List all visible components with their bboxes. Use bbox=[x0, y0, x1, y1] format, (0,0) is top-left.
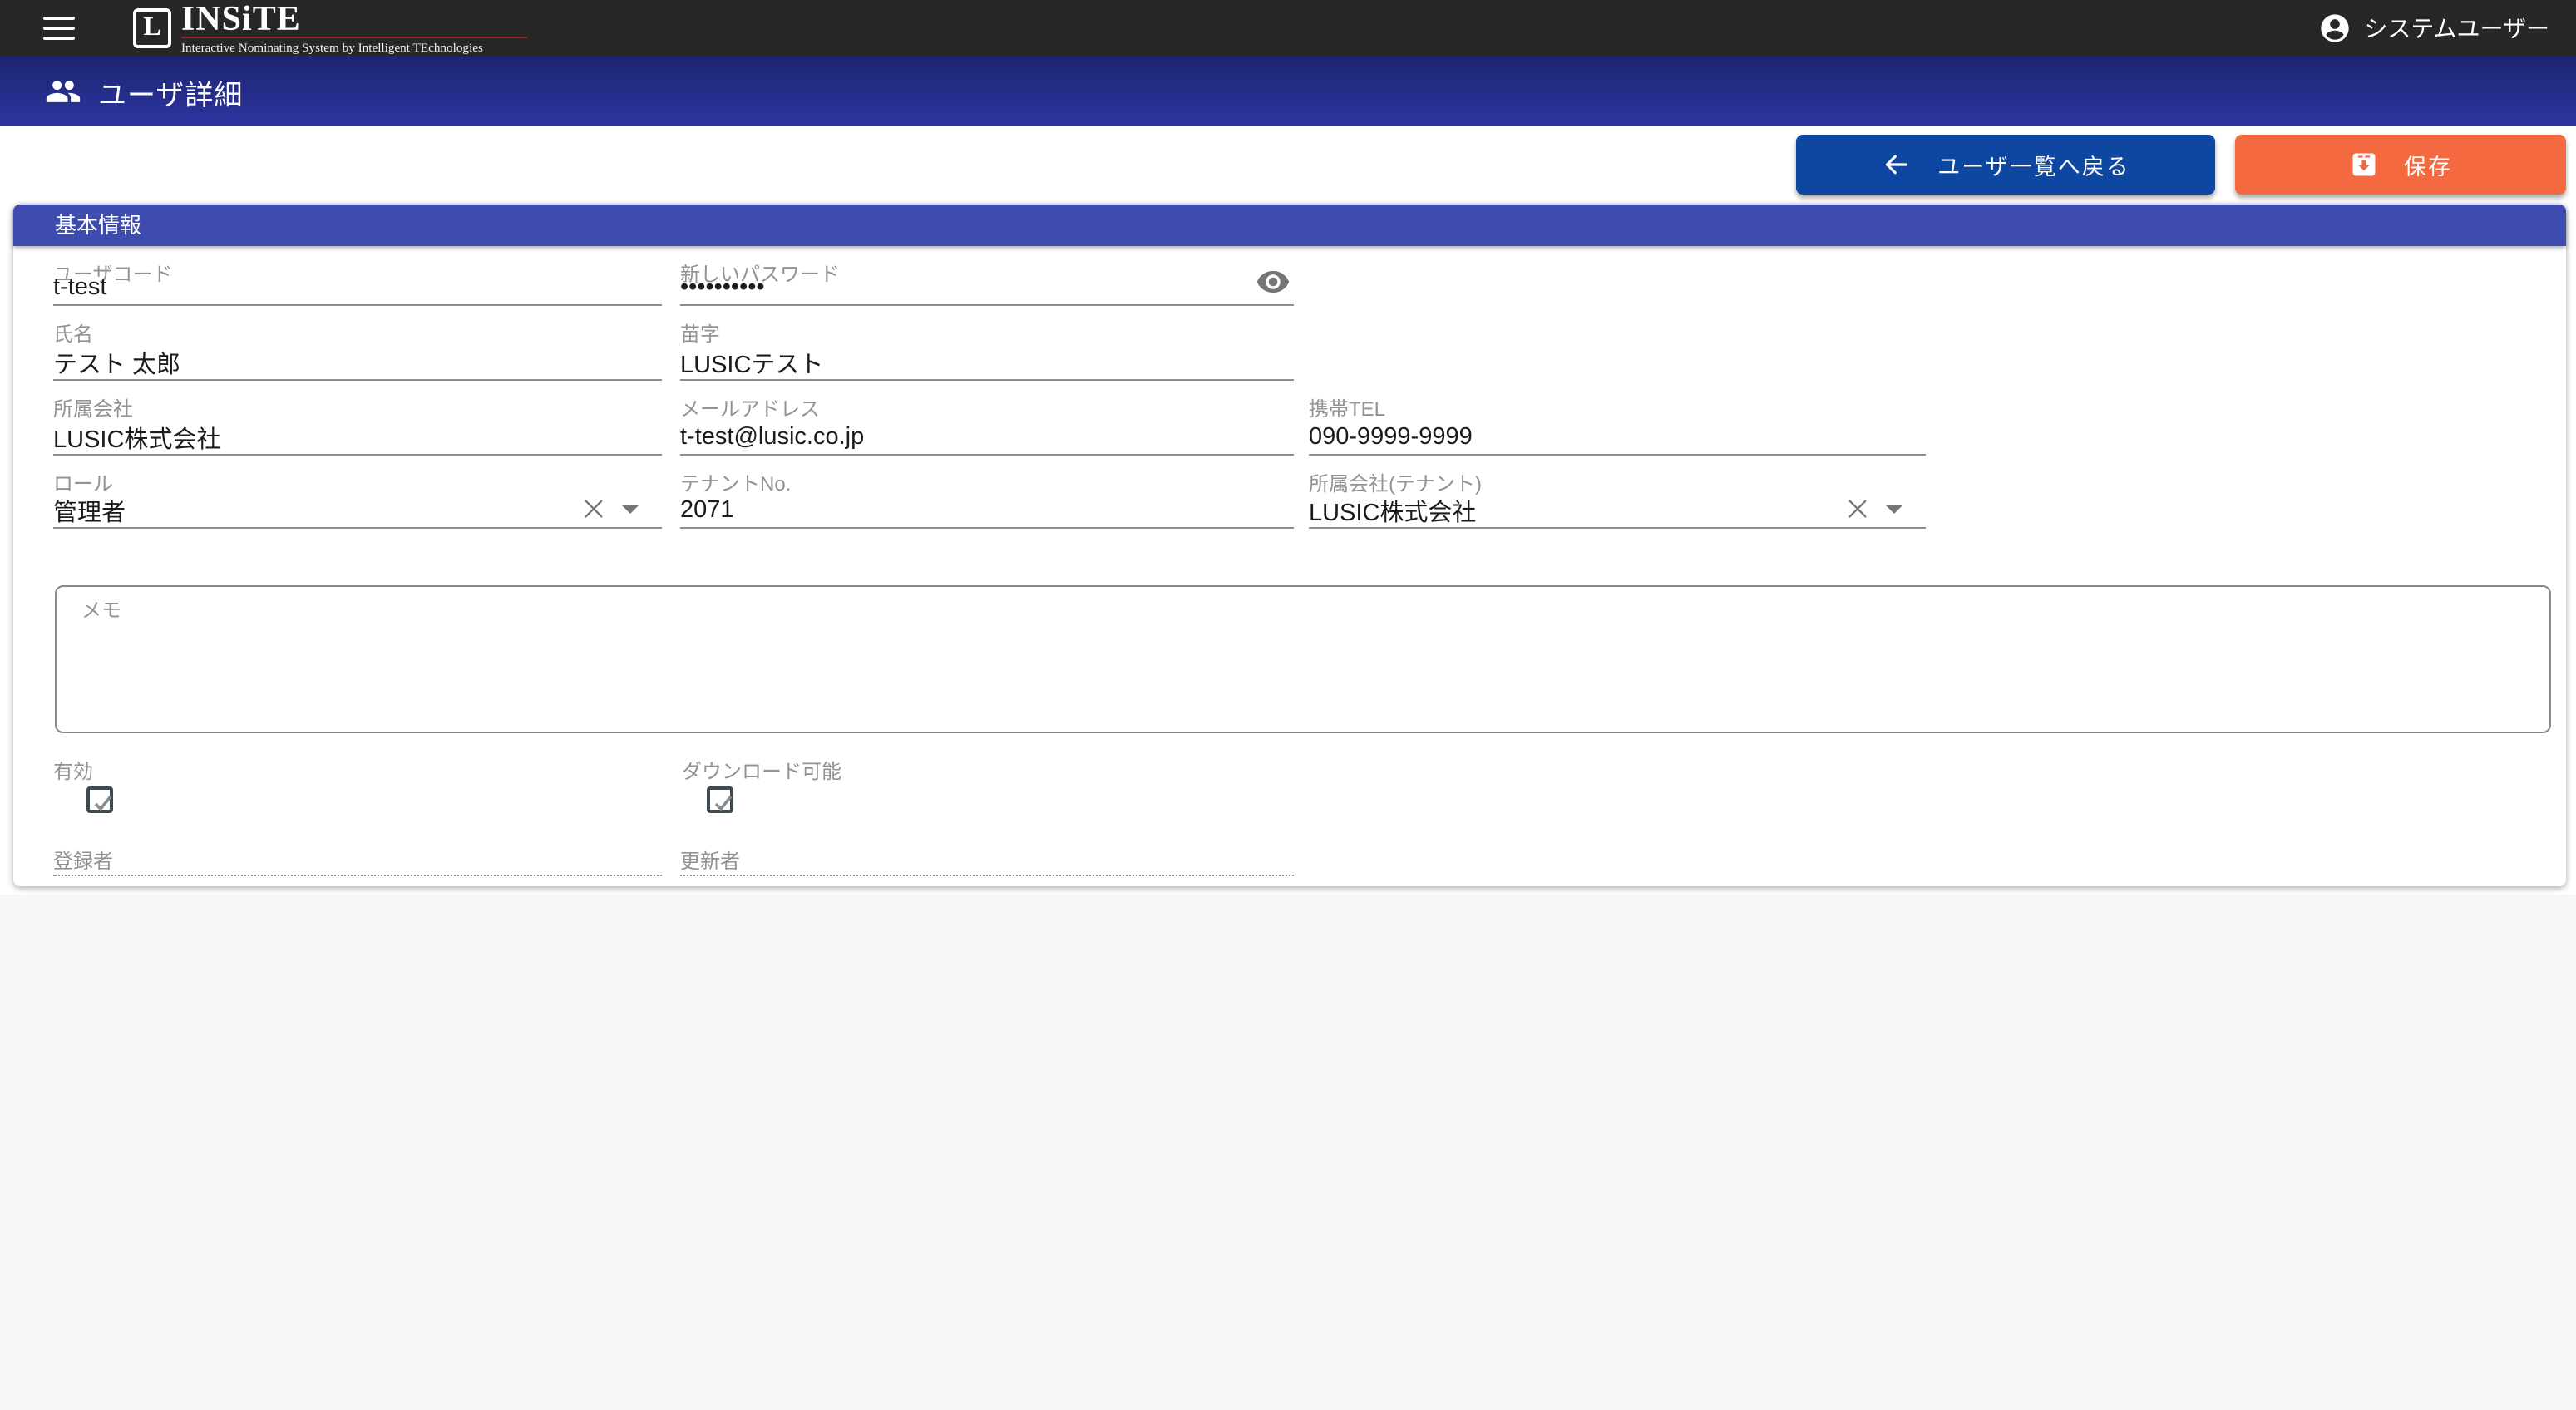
app-bar: L INSiTE Interactive Nominating System b… bbox=[0, 0, 2576, 57]
updater-label: 更新者 bbox=[680, 846, 740, 875]
enabled-label: 有効 bbox=[53, 757, 93, 785]
first-name-field: 氏名 bbox=[53, 319, 662, 381]
mobile-tel-label: 携帯TEL bbox=[1309, 394, 1385, 422]
back-button-label: ユーザ一覧へ戻る bbox=[1937, 148, 2129, 181]
back-to-user-list-button[interactable]: ユーザ一覧へ戻る bbox=[1796, 135, 2215, 195]
caret-down-icon[interactable] bbox=[1886, 505, 1902, 514]
first-name-label: 氏名 bbox=[53, 319, 93, 348]
downloadable-label: ダウンロード可能 bbox=[682, 757, 841, 785]
last-name-label: 苗字 bbox=[680, 319, 720, 348]
memo-textarea[interactable] bbox=[81, 620, 2526, 723]
caret-down-icon[interactable] bbox=[622, 505, 639, 514]
user-code-field: ユーザコード bbox=[53, 259, 662, 306]
close-icon[interactable] bbox=[1844, 495, 1871, 522]
close-icon[interactable] bbox=[580, 495, 607, 522]
logo-l-icon: L bbox=[133, 8, 171, 48]
basic-info-card: 基本情報 ユーザコード 新しいパスワード 氏名 苗字 bbox=[13, 205, 2566, 886]
user-name: システムユーザー bbox=[2364, 12, 2549, 45]
role-select: ロール bbox=[53, 469, 662, 529]
eye-icon[interactable] bbox=[1256, 264, 1290, 299]
new-password-field: 新しいパスワード bbox=[680, 259, 1294, 306]
registrant-field: 登録者 bbox=[53, 845, 662, 876]
page: L INSiTE Interactive Nominating System b… bbox=[0, 0, 2576, 1410]
tenant-no-label: テナントNo. bbox=[680, 469, 791, 497]
updater-field: 更新者 bbox=[680, 845, 1294, 876]
memo-label: メモ bbox=[81, 595, 121, 624]
first-name-input[interactable] bbox=[53, 349, 662, 376]
role-input[interactable] bbox=[53, 497, 552, 524]
last-name-field: 苗字 bbox=[680, 319, 1294, 381]
card-body: ユーザコード 新しいパスワード 氏名 苗字 所属会社 bbox=[13, 246, 2566, 886]
mobile-tel-field: 携帯TEL bbox=[1309, 394, 1926, 456]
email-input[interactable] bbox=[680, 424, 1294, 451]
user-menu[interactable]: システムユーザー bbox=[2317, 0, 2549, 57]
company-tenant-label: 所属会社(テナント) bbox=[1309, 469, 1482, 497]
new-password-input[interactable] bbox=[680, 274, 1237, 301]
user-code-input[interactable] bbox=[53, 274, 662, 301]
role-label: ロール bbox=[53, 469, 113, 497]
account-circle-icon bbox=[2317, 12, 2351, 45]
email-label: メールアドレス bbox=[680, 394, 820, 422]
section-header: 基本情報 bbox=[13, 205, 2566, 246]
tenant-no-input[interactable] bbox=[680, 497, 1294, 524]
arrow-left-icon bbox=[1881, 150, 1911, 180]
save-button-label: 保存 bbox=[2404, 148, 2452, 181]
logo-tagline: Interactive Nominating System by Intelli… bbox=[181, 39, 580, 54]
company-field: 所属会社 bbox=[53, 394, 662, 456]
page-title-bar: ユーザ詳細 bbox=[0, 57, 2576, 126]
last-name-input[interactable] bbox=[680, 349, 1294, 376]
company-label: 所属会社 bbox=[53, 394, 133, 422]
company-tenant-select: 所属会社(テナント) bbox=[1309, 469, 1926, 529]
company-input[interactable] bbox=[53, 424, 662, 451]
memo-field: メモ bbox=[55, 585, 2551, 733]
save-button[interactable]: 保存 bbox=[2235, 135, 2566, 195]
page-title: ユーザ詳細 bbox=[98, 71, 243, 112]
people-icon bbox=[45, 73, 81, 110]
company-tenant-input[interactable] bbox=[1309, 497, 1808, 524]
registrant-label: 登録者 bbox=[53, 846, 113, 875]
enabled-checkbox[interactable] bbox=[86, 786, 113, 813]
mobile-tel-input[interactable] bbox=[1309, 424, 1926, 451]
logo-title: INSiTE bbox=[181, 0, 301, 40]
save-box-icon bbox=[2349, 150, 2377, 180]
check-icon bbox=[711, 791, 734, 814]
check-icon bbox=[91, 791, 114, 814]
tenant-no-field: テナントNo. bbox=[680, 469, 1294, 529]
menu-icon[interactable] bbox=[43, 17, 76, 40]
downloadable-checkbox[interactable] bbox=[707, 786, 733, 813]
logo-rule bbox=[181, 36, 527, 38]
email-field: メールアドレス bbox=[680, 394, 1294, 456]
